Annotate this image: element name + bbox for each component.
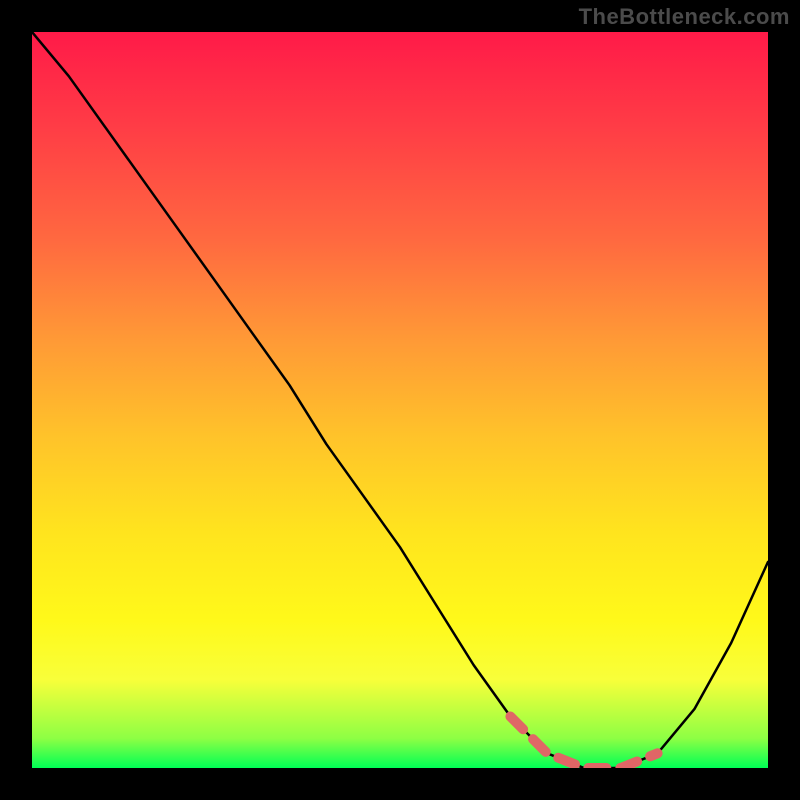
bottleneck-highlight-path [510,717,657,769]
plot-area [32,32,768,768]
watermark-text: TheBottleneck.com [579,4,790,30]
chart-frame: TheBottleneck.com [0,0,800,800]
bottleneck-curve-path [32,32,768,768]
curve-svg [32,32,768,768]
